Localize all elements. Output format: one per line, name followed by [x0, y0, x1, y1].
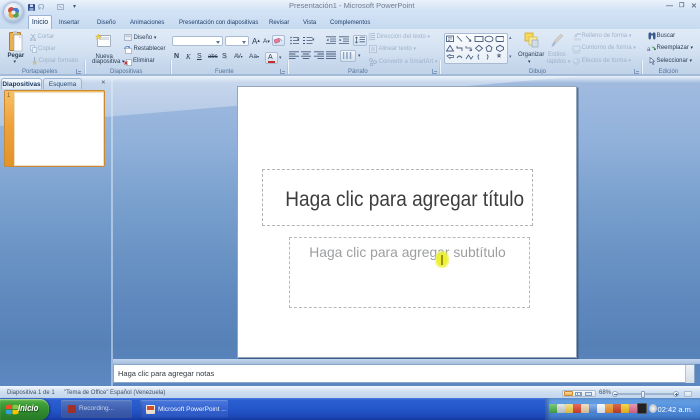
svg-text:a: a [647, 47, 651, 53]
